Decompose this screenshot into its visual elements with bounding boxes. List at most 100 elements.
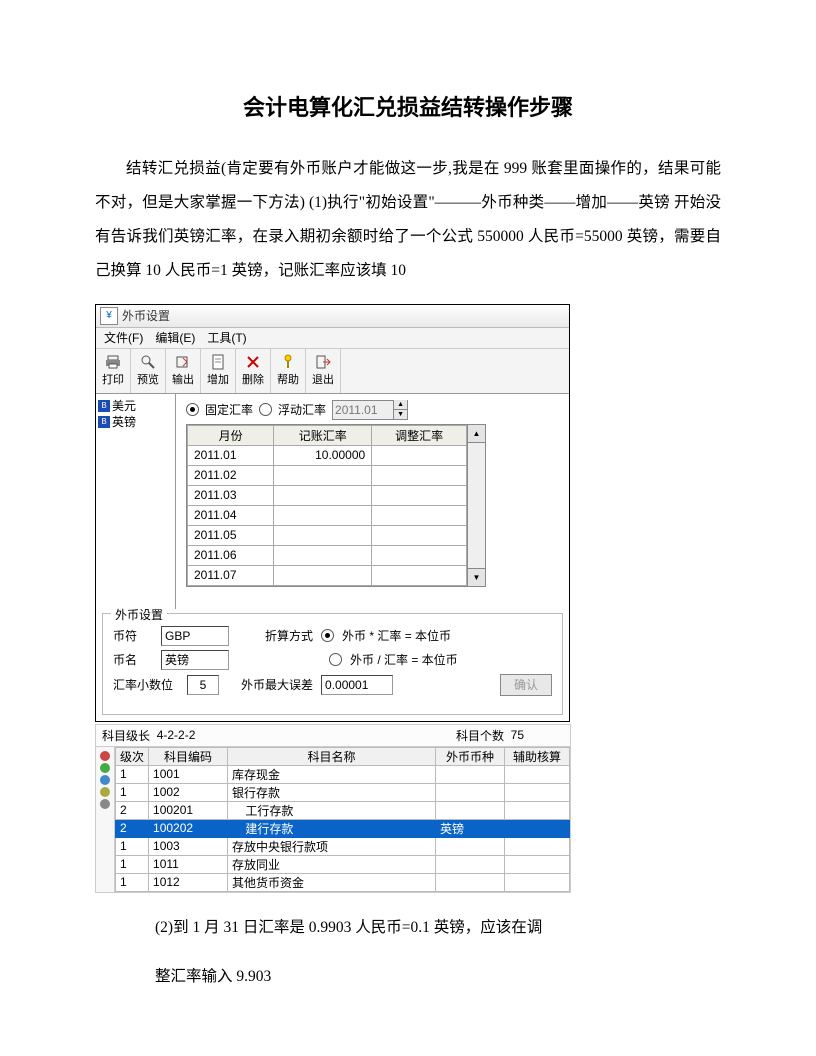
col-code: 科目编码 (149, 747, 228, 765)
add-button[interactable]: 增加 (201, 349, 236, 393)
tree-item-gbp[interactable]: B英镑 (98, 414, 173, 430)
add-label: 增加 (207, 371, 229, 387)
account-table[interactable]: 级次 科目编码 科目名称 外币币种 辅助核算 11001库存现金11002银行存… (115, 747, 570, 892)
table-row[interactable]: 11011存放同业 (116, 855, 570, 873)
rate-grid[interactable]: 月份 记账汇率 调整汇率 2011.0110.000002011.022011.… (186, 424, 468, 587)
export-label: 输出 (172, 371, 194, 387)
calc-div-label: 外币 / 汇率 = 本位币 (350, 651, 458, 668)
err-label: 外币最大误差 (241, 676, 313, 693)
scroll-up-icon[interactable]: ▲ (468, 425, 485, 443)
paragraph-2a: (2)到 1 月 31 日汇率是 0.9903 人民币=0.1 英镑，应该在调 (155, 911, 721, 945)
symbol-label: 币符 (113, 627, 153, 644)
category-dot-icon (100, 751, 110, 761)
table-row[interactable]: 11012其他货币资金 (116, 873, 570, 891)
category-dot-icon (100, 775, 110, 785)
currency-icon: B (98, 400, 110, 412)
col-adjust-rate: 调整汇率 (372, 425, 467, 445)
table-row[interactable]: 2011.0110.00000 (188, 445, 467, 465)
exit-label: 退出 (312, 371, 334, 387)
table-row[interactable]: 2100201 工行存款 (116, 801, 570, 819)
tree-item-usd[interactable]: B美元 (98, 398, 173, 414)
delete-label: 删除 (242, 371, 264, 387)
err-input[interactable] (321, 675, 393, 695)
titlebar: ¥ 外币设置 (96, 305, 569, 328)
magnifier-icon (140, 354, 156, 370)
menu-file[interactable]: 文件(F) (100, 329, 147, 346)
calc-div-radio[interactable] (329, 653, 342, 666)
export-button[interactable]: 输出 (166, 349, 201, 393)
table-row[interactable]: 2011.02 (188, 465, 467, 485)
print-button[interactable]: 打印 (96, 349, 131, 393)
col-aux: 辅助核算 (505, 747, 570, 765)
add-icon (210, 354, 226, 370)
preview-button[interactable]: 预览 (131, 349, 166, 393)
table-row[interactable]: 11003存放中央银行款项 (116, 837, 570, 855)
printer-icon (105, 354, 121, 370)
toolbar: 打印 预览 输出 增加 删除 帮助 退出 (96, 349, 569, 394)
help-icon (280, 354, 296, 370)
exit-button[interactable]: 退出 (306, 349, 341, 393)
group-legend: 外币设置 (111, 606, 167, 623)
currency-tree[interactable]: B美元 B英镑 (96, 394, 176, 609)
spin-down-icon[interactable]: ▼ (394, 410, 407, 419)
calc-label: 折算方式 (265, 627, 313, 644)
calc-mult-radio[interactable] (321, 629, 334, 642)
account-count-label: 科目个数 (456, 727, 504, 744)
level-length-label: 科目级长 (102, 727, 150, 744)
account-count-value: 75 (511, 728, 524, 742)
col-month: 月份 (188, 425, 274, 445)
confirm-button[interactable]: 确认 (500, 674, 552, 696)
help-button[interactable]: 帮助 (271, 349, 306, 393)
name-input[interactable] (161, 650, 229, 670)
grid-scrollbar[interactable]: ▲ ▼ (468, 424, 486, 587)
currency-settings-group: 外币设置 币符 折算方式 外币 * 汇率 = 本位币 币名 外币 / 汇率 = … (102, 613, 563, 715)
period-input[interactable] (333, 403, 393, 417)
level-length-value: 4-2-2-2 (157, 728, 196, 742)
account-list-panel: 科目级长 4-2-2-2 科目个数 75 级次 科目编码 科目名 (95, 724, 571, 893)
symbol-input[interactable] (161, 626, 229, 646)
category-sidebar[interactable] (96, 747, 115, 892)
period-spinner[interactable]: ▲▼ (332, 400, 408, 420)
table-row[interactable]: 11002银行存款 (116, 783, 570, 801)
col-name: 科目名称 (228, 747, 436, 765)
document-title: 会计电算化汇兑损益结转操作步骤 (95, 90, 721, 122)
tree-label: 英镑 (112, 413, 136, 430)
app-icon: ¥ (100, 307, 118, 325)
window-title: 外币设置 (122, 307, 170, 324)
col-level: 级次 (116, 747, 149, 765)
delete-icon (245, 354, 261, 370)
table-row[interactable]: 2011.04 (188, 505, 467, 525)
table-row[interactable]: 2011.06 (188, 545, 467, 565)
col-currency: 外币币种 (436, 747, 505, 765)
menu-edit[interactable]: 编辑(E) (151, 329, 199, 346)
dec-input[interactable] (187, 675, 219, 695)
scroll-down-icon[interactable]: ▼ (468, 568, 485, 586)
foreign-currency-window: ¥ 外币设置 文件(F) 编辑(E) 工具(T) 打印 预览 输出 增加 删除 … (95, 304, 570, 722)
fixed-rate-label: 固定汇率 (205, 401, 253, 418)
help-label: 帮助 (277, 371, 299, 387)
calc-mult-label: 外币 * 汇率 = 本位币 (342, 627, 451, 644)
float-rate-label: 浮动汇率 (278, 401, 326, 418)
export-icon (175, 354, 191, 370)
preview-label: 预览 (137, 371, 159, 387)
float-rate-radio[interactable] (259, 403, 272, 416)
table-row[interactable]: 2011.07 (188, 565, 467, 585)
table-row[interactable]: 2011.03 (188, 485, 467, 505)
menubar: 文件(F) 编辑(E) 工具(T) (96, 328, 569, 349)
dec-label: 汇率小数位 (113, 676, 179, 693)
paragraph-2b: 整汇率输入 9.903 (155, 960, 721, 994)
name-label: 币名 (113, 651, 153, 668)
col-book-rate: 记账汇率 (274, 425, 372, 445)
delete-button[interactable]: 删除 (236, 349, 271, 393)
table-row[interactable]: 2100202 建行存款英镑 (116, 819, 570, 837)
menu-tools[interactable]: 工具(T) (203, 329, 250, 346)
tree-label: 美元 (112, 397, 136, 414)
spin-up-icon[interactable]: ▲ (394, 400, 407, 410)
category-dot-icon (100, 799, 110, 809)
exit-icon (315, 354, 331, 370)
currency-icon: B (98, 416, 110, 428)
category-dot-icon (100, 787, 110, 797)
table-row[interactable]: 11001库存现金 (116, 765, 570, 783)
table-row[interactable]: 2011.05 (188, 525, 467, 545)
fixed-rate-radio[interactable] (186, 403, 199, 416)
